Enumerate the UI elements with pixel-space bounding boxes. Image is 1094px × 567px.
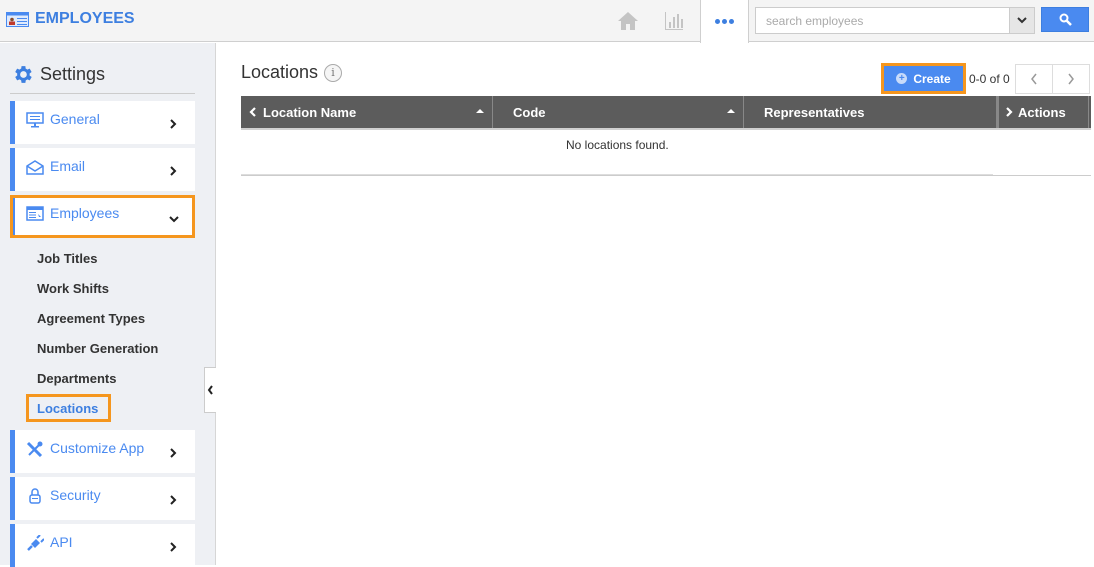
empty-message: No locations found. — [566, 138, 669, 152]
search-box — [755, 7, 1035, 34]
top-bar: EMPLOYEES — [0, 0, 1094, 42]
collapse-sidebar-button[interactable] — [204, 367, 216, 413]
home-button[interactable] — [608, 0, 648, 42]
window-icon — [26, 206, 44, 222]
table-footer-divider — [241, 175, 1091, 176]
sub-item-agreement-types[interactable]: Agreement Types — [37, 311, 145, 326]
chart-icon — [664, 11, 684, 31]
chevron-right-icon — [169, 448, 177, 458]
reports-button[interactable] — [654, 0, 694, 42]
table-header: Location Name Code Representatives Actio… — [241, 96, 1091, 130]
sub-item-work-shifts[interactable]: Work Shifts — [37, 281, 109, 296]
sidebar-item-api[interactable]: API — [10, 524, 195, 567]
next-page-button[interactable] — [1053, 65, 1089, 93]
sub-item-locations[interactable]: Locations — [37, 401, 98, 416]
column-header-actions[interactable]: Actions — [997, 96, 1089, 128]
settings-title: Settings — [40, 64, 105, 85]
sidebar-item-label: Customize App — [50, 440, 144, 456]
chevron-left-icon — [249, 107, 257, 117]
sub-item-number-generation[interactable]: Number Generation — [37, 341, 158, 356]
chevron-right-icon — [1067, 73, 1075, 85]
settings-heading: Settings — [11, 63, 105, 86]
create-button[interactable]: + Create — [881, 63, 966, 94]
column-header-location-name[interactable]: Location Name — [241, 96, 493, 128]
sub-item-departments[interactable]: Departments — [37, 371, 116, 386]
column-header-representatives[interactable]: Representatives — [744, 96, 997, 128]
search-input[interactable] — [756, 8, 1006, 33]
empty-table-row: No locations found. — [241, 130, 993, 175]
monitor-icon — [26, 112, 44, 128]
more-button[interactable] — [700, 0, 749, 43]
sidebar: Settings General Email Employees Job Tit… — [0, 43, 216, 565]
chevron-right-icon — [1005, 107, 1013, 117]
home-icon — [617, 11, 639, 31]
chevron-down-icon — [169, 215, 179, 223]
chevron-down-icon — [1017, 17, 1027, 24]
envelope-icon — [26, 159, 44, 175]
plug-icon — [26, 535, 44, 551]
sidebar-item-general[interactable]: General — [10, 101, 195, 144]
page-title: Locations i — [241, 62, 342, 83]
column-header-code[interactable]: Code — [493, 96, 744, 128]
search-button[interactable] — [1041, 7, 1089, 32]
search-icon — [1059, 13, 1072, 26]
chevron-right-icon — [169, 166, 177, 176]
sidebar-item-customize-app[interactable]: Customize App — [10, 430, 195, 473]
sort-asc-icon — [476, 109, 484, 113]
sidebar-item-email[interactable]: Email — [10, 148, 195, 191]
divider — [10, 93, 195, 94]
sidebar-item-label: General — [50, 111, 100, 127]
more-icon — [714, 19, 735, 24]
pagination — [1015, 64, 1090, 94]
app-title-text: EMPLOYEES — [35, 10, 135, 28]
sidebar-item-employees[interactable]: Employees — [10, 195, 195, 238]
sort-asc-icon — [727, 109, 735, 113]
page-title-text: Locations — [241, 62, 318, 83]
sub-item-job-titles[interactable]: Job Titles — [37, 251, 97, 266]
tools-icon — [26, 441, 44, 457]
gear-icon — [11, 63, 34, 86]
lock-icon — [26, 488, 44, 504]
sidebar-item-label: Security — [50, 487, 101, 503]
search-dropdown-button[interactable] — [1009, 8, 1034, 33]
create-label: Create — [913, 72, 950, 86]
pagination-info: 0-0 of 0 — [969, 72, 1010, 86]
chevron-right-icon — [169, 542, 177, 552]
chevron-right-icon — [169, 119, 177, 129]
sidebar-item-label: API — [50, 534, 73, 550]
main-content: Locations i + Create 0-0 of 0 Location N… — [217, 43, 1094, 565]
previous-page-button[interactable] — [1016, 65, 1053, 93]
chevron-right-icon — [169, 495, 177, 505]
app-title[interactable]: EMPLOYEES — [6, 10, 135, 28]
chevron-left-icon — [207, 385, 214, 395]
employees-logo-icon — [6, 12, 29, 27]
plus-circle-icon: + — [896, 73, 907, 84]
sidebar-item-label: Email — [50, 158, 85, 174]
chevron-left-icon — [1030, 73, 1038, 85]
sidebar-item-label: Employees — [50, 205, 119, 221]
sidebar-item-security[interactable]: Security — [10, 477, 195, 520]
info-icon[interactable]: i — [324, 64, 342, 82]
